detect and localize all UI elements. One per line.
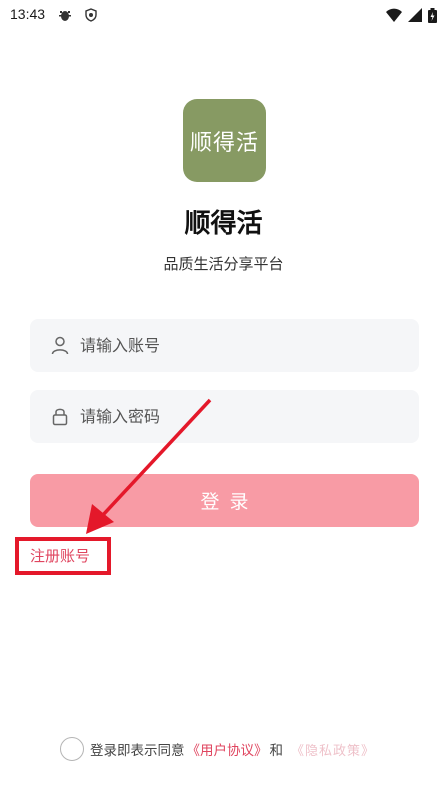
agreement-checkbox[interactable] bbox=[60, 737, 84, 761]
status-bar: 13:43 bbox=[0, 0, 447, 32]
battery-icon bbox=[428, 7, 437, 23]
logo-text: 顺得活 bbox=[189, 130, 259, 156]
agreement-row: 登录即表示同意 《用户协议》 和 《隐私政策》 bbox=[60, 736, 375, 762]
login-button[interactable]: 登录 bbox=[30, 474, 419, 527]
agreement-prefix: 登录即表示同意 bbox=[90, 743, 185, 759]
privacy-policy-link[interactable]: 《隐私政策》 bbox=[291, 740, 375, 759]
account-field[interactable] bbox=[30, 319, 419, 372]
shield-icon bbox=[85, 8, 97, 22]
agreement-conjunction: 和 bbox=[269, 743, 284, 759]
user-agreement-link[interactable]: 《用户协议》 bbox=[187, 739, 268, 759]
signal-icon bbox=[408, 8, 422, 22]
password-field[interactable] bbox=[30, 390, 419, 443]
status-time: 13:43 bbox=[10, 6, 46, 22]
user-icon bbox=[51, 336, 69, 355]
app-slogan: 品质生活分享平台 bbox=[163, 255, 284, 273]
wifi-icon bbox=[386, 8, 402, 22]
register-link[interactable]: 注册账号 bbox=[30, 545, 90, 566]
app-name: 顺得活 bbox=[184, 209, 263, 239]
bug-icon bbox=[59, 11, 71, 21]
account-input[interactable] bbox=[80, 319, 410, 372]
lock-icon bbox=[52, 408, 68, 426]
password-input[interactable] bbox=[80, 390, 410, 443]
app-logo: 顺得活 bbox=[183, 99, 266, 182]
